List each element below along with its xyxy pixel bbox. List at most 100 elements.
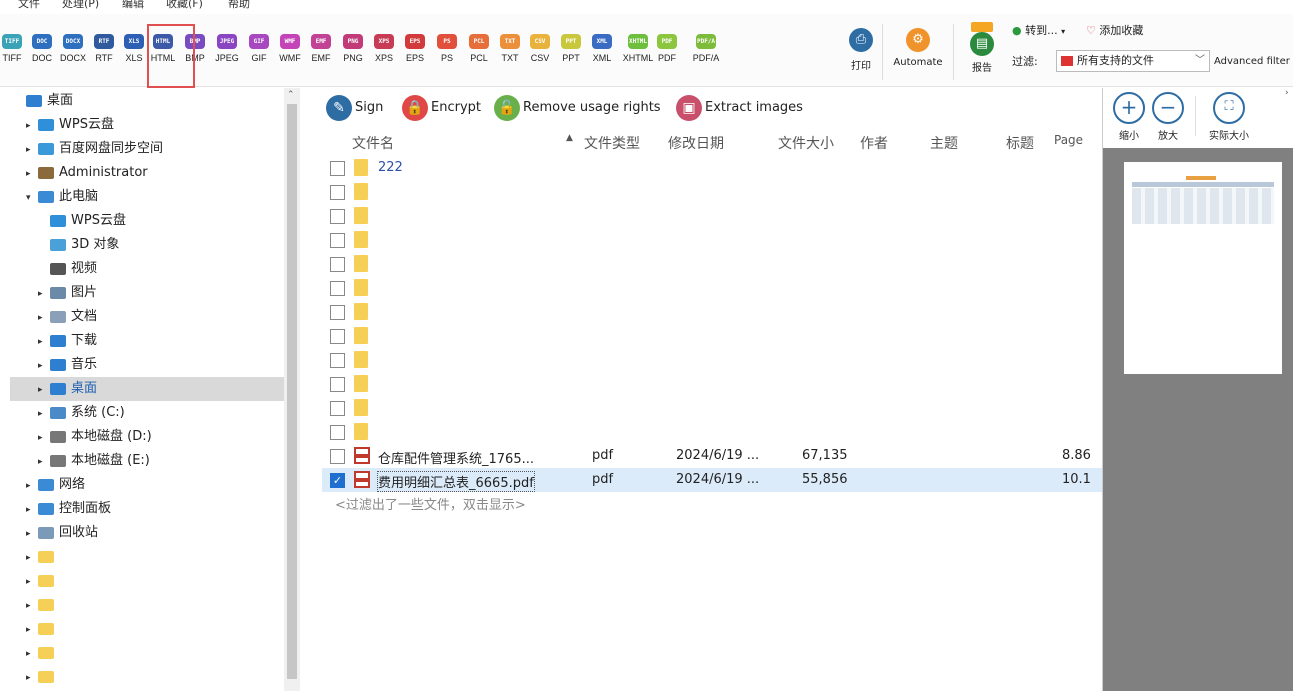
filter-select[interactable]: 所有支持的文件 ﹀ — [1056, 50, 1210, 72]
automate-button[interactable]: ⚙ Automate — [890, 28, 946, 68]
row-checkbox[interactable] — [330, 425, 345, 440]
table-row[interactable] — [322, 276, 1102, 300]
expand-arrow-icon[interactable]: ▸ — [26, 475, 38, 497]
advanced-filter-link[interactable]: Advanced filter — [1214, 52, 1293, 72]
table-row[interactable] — [322, 300, 1102, 324]
convert-ps-button[interactable]: PS PS — [432, 34, 462, 63]
table-row[interactable] — [322, 324, 1102, 348]
zoom-in-button[interactable]: − 放大 — [1152, 92, 1184, 142]
tree-node[interactable]: ▸ 音乐 — [38, 354, 97, 376]
table-row[interactable] — [322, 420, 1102, 444]
convert-eps-button[interactable]: EPS EPS — [400, 34, 430, 63]
row-checkbox[interactable] — [330, 161, 345, 176]
expand-arrow-icon[interactable]: ▸ — [38, 307, 50, 329]
column-size[interactable]: 文件大小 — [778, 133, 834, 153]
menu-item[interactable]: 帮助 — [228, 0, 250, 11]
tree-node[interactable]: ▸ 网络 — [26, 474, 85, 496]
convert-xml-button[interactable]: XML XML — [587, 34, 617, 63]
remove-usage-rights-button[interactable]: 🔓 Remove usage rights — [494, 94, 661, 122]
convert-docx-button[interactable]: DOCX DOCX — [58, 34, 88, 63]
expand-arrow-icon[interactable]: ▸ — [38, 283, 50, 305]
table-row[interactable] — [322, 396, 1102, 420]
expand-arrow-icon[interactable]: ▸ — [26, 595, 38, 617]
convert-ppt-button[interactable]: PPT PPT — [556, 34, 586, 63]
expand-arrow-icon[interactable]: ▸ — [38, 331, 50, 353]
column-name[interactable]: 文件名 — [352, 133, 394, 153]
tree-node[interactable]: ▸ 文档 — [38, 306, 97, 328]
column-date[interactable]: 修改日期 — [668, 133, 724, 153]
row-checkbox[interactable] — [330, 209, 345, 224]
table-row[interactable] — [322, 228, 1102, 252]
tree-node[interactable]: 桌面 — [14, 90, 73, 112]
row-checkbox[interactable] — [330, 257, 345, 272]
tree-node[interactable]: ▸ — [26, 666, 59, 688]
table-row[interactable] — [322, 204, 1102, 228]
row-checkbox[interactable] — [330, 281, 345, 296]
expand-arrow-icon[interactable]: ▸ — [26, 163, 38, 185]
scroll-up-icon[interactable]: ⌃ — [287, 90, 295, 100]
tree-node[interactable]: ▾ 此电脑 — [26, 186, 98, 208]
tree-node[interactable]: ▸ — [26, 570, 59, 592]
column-title[interactable]: 标题 — [1006, 133, 1034, 153]
convert-xls-button[interactable]: XLS XLS — [119, 34, 149, 63]
expand-arrow-icon[interactable]: ▸ — [26, 523, 38, 545]
tree-node[interactable]: ▸ — [26, 642, 59, 664]
table-row[interactable] — [322, 252, 1102, 276]
convert-wmf-button[interactable]: WMF WMF — [275, 34, 305, 63]
row-checkbox[interactable] — [330, 185, 345, 200]
row-checkbox[interactable] — [330, 305, 345, 320]
convert-csv-button[interactable]: CSV CSV — [525, 34, 555, 63]
column-subject[interactable]: 主题 — [930, 133, 958, 153]
tree-scroll-thumb[interactable] — [287, 104, 297, 679]
convert-tiff-button[interactable]: TIFF TIFF — [0, 34, 27, 63]
tree-node[interactable]: ▸ WPS云盘 — [26, 114, 114, 136]
convert-doc-button[interactable]: DOC DOC — [27, 34, 57, 63]
row-checkbox[interactable] — [330, 329, 345, 344]
row-checkbox[interactable]: ✓ — [330, 473, 345, 488]
menu-item[interactable]: 编辑 — [122, 0, 144, 11]
menu-item[interactable]: 文件 — [18, 0, 40, 11]
tree-node[interactable]: 3D 对象 — [38, 234, 119, 256]
tree-node[interactable]: ▸ 本地磁盘 (D:) — [38, 426, 152, 448]
encrypt-button[interactable]: 🔒 Encrypt — [402, 94, 481, 122]
table-row[interactable] — [322, 348, 1102, 372]
tree-node[interactable]: ▸ — [26, 594, 59, 616]
convert-gif-button[interactable]: GIF GIF — [244, 34, 274, 63]
zoom-out-button[interactable]: + 缩小 — [1113, 92, 1145, 142]
expand-arrow-icon[interactable]: ▸ — [26, 667, 38, 689]
convert-pdf-a-button[interactable]: PDF/A PDF/A — [686, 34, 726, 63]
tree-node[interactable]: ▸ 回收站 — [26, 522, 98, 544]
convert-xps-button[interactable]: XPS XPS — [369, 34, 399, 63]
tree-node[interactable]: ▸ 本地磁盘 (E:) — [38, 450, 150, 472]
row-checkbox[interactable] — [330, 401, 345, 416]
tree-node[interactable]: ▸ Administrator — [26, 162, 148, 184]
tree-node[interactable]: ▸ — [26, 546, 59, 568]
column-pages[interactable]: Page — [1054, 133, 1083, 147]
row-checkbox[interactable] — [330, 377, 345, 392]
menu-item[interactable]: 收藏(F) — [166, 0, 203, 11]
report-button[interactable]: ▤ 报告 — [964, 22, 1000, 74]
preview-page-thumbnail[interactable] — [1124, 162, 1282, 374]
chevron-right-icon[interactable]: › — [1285, 88, 1289, 98]
tree-node[interactable]: ▸ 桌面 — [38, 378, 97, 400]
expand-arrow-icon[interactable]: ▸ — [38, 451, 50, 473]
convert-jpeg-button[interactable]: JPEG JPEG — [212, 34, 242, 63]
expand-arrow-icon[interactable]: ▸ — [26, 643, 38, 665]
convert-rtf-button[interactable]: RTF RTF — [89, 34, 119, 63]
row-checkbox[interactable] — [330, 233, 345, 248]
convert-pcl-button[interactable]: PCL PCL — [464, 34, 494, 63]
expand-arrow-icon[interactable]: ▸ — [26, 115, 38, 137]
table-row[interactable]: 仓库配件管理系统_1765... pdf 2024/6/19 ... 67,135 8.… — [322, 444, 1102, 468]
tree-node[interactable]: WPS云盘 — [38, 210, 126, 232]
expand-arrow-icon[interactable]: ▸ — [38, 403, 50, 425]
tree-node[interactable]: ▸ 系统 (C:) — [38, 402, 125, 424]
column-type[interactable]: 文件类型 — [584, 133, 640, 153]
expand-arrow-icon[interactable]: ▸ — [26, 547, 38, 569]
table-row[interactable]: ✓ 费用明细汇总表_6665.pdf pdf 2024/6/19 ... 55,856 1… — [322, 468, 1102, 492]
table-row[interactable] — [322, 180, 1102, 204]
table-row[interactable] — [322, 372, 1102, 396]
expand-arrow-icon[interactable]: ▸ — [38, 427, 50, 449]
expand-arrow-icon[interactable]: ▸ — [26, 139, 38, 161]
expanded-arrow-icon[interactable]: ▾ — [26, 187, 38, 209]
tree-node[interactable]: ▸ — [26, 618, 59, 640]
